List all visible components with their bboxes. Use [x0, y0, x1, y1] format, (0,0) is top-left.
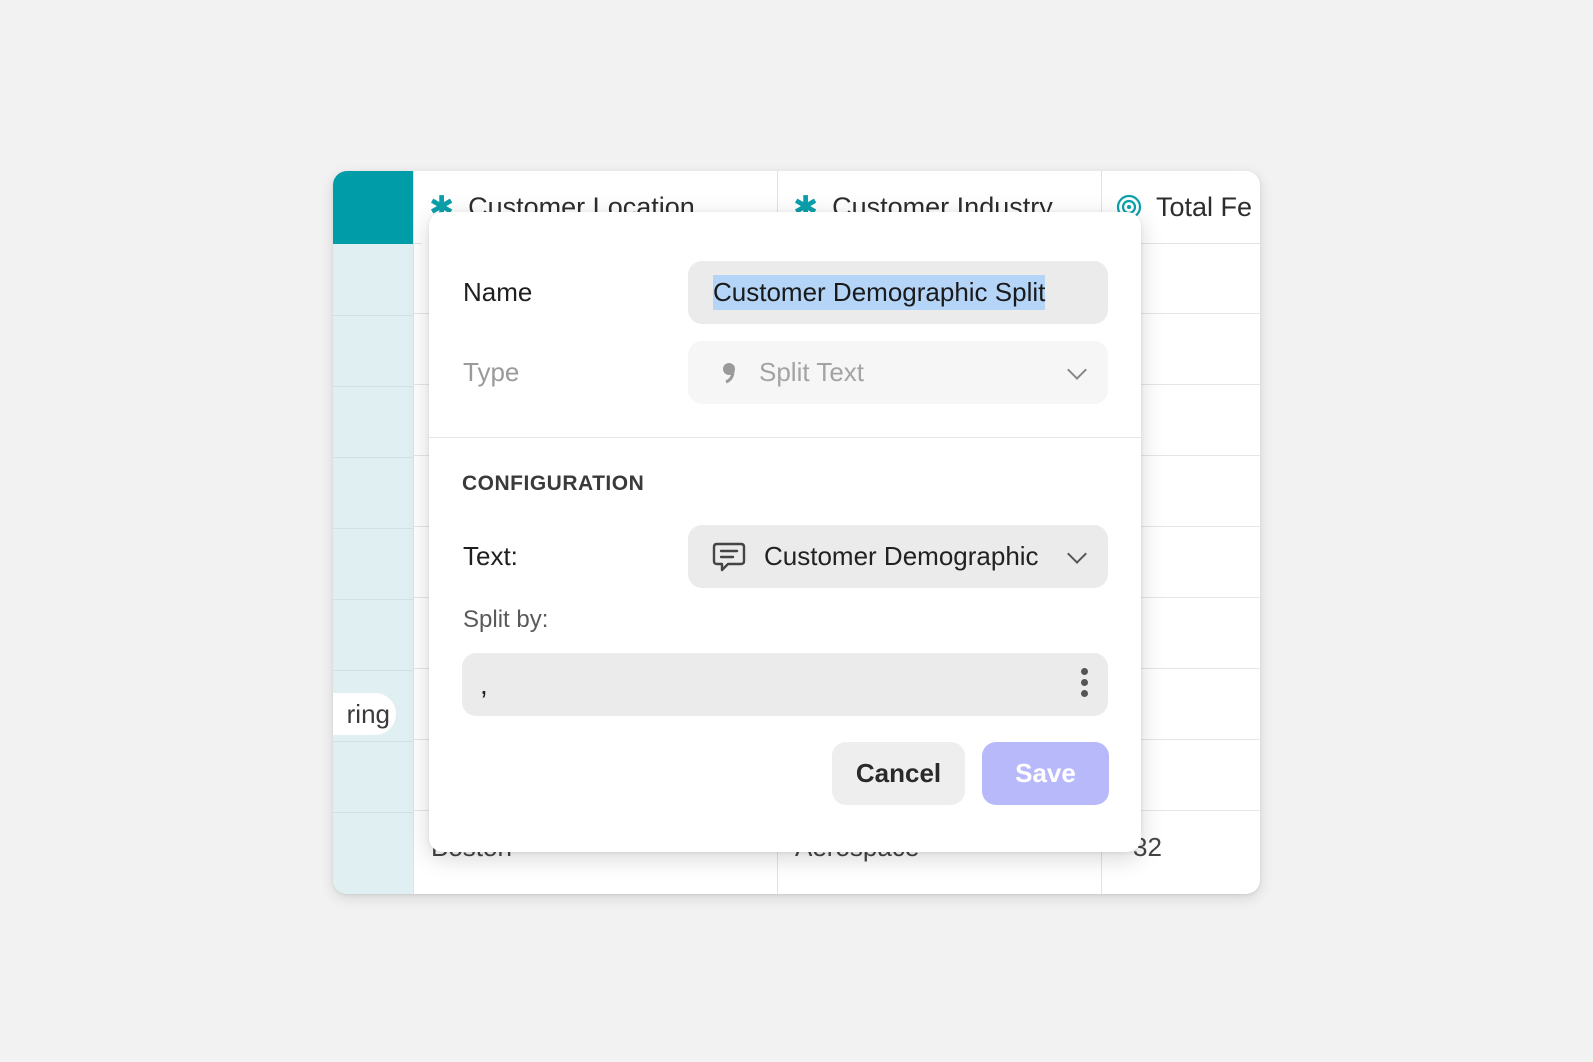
type-label: Type — [463, 357, 520, 387]
text-label: Text: — [463, 541, 518, 571]
text-source-value: Customer Demographic — [764, 541, 1039, 571]
message-icon — [712, 541, 746, 573]
name-input[interactable]: Customer Demographic Split — [688, 261, 1108, 324]
more-options-icon[interactable] — [1081, 668, 1088, 697]
text-source-select[interactable]: Customer Demographic — [688, 525, 1108, 588]
split-by-label: Split by: — [463, 606, 549, 633]
name-label: Name — [463, 277, 533, 307]
cell-tag-pill[interactable]: ring — [333, 693, 396, 735]
split-by-input[interactable]: , — [462, 653, 1108, 716]
section-title: CONFIGURATION — [462, 472, 645, 495]
divider — [429, 437, 1141, 438]
split-by-value: , — [480, 668, 488, 700]
selected-column — [333, 244, 413, 894]
type-select-value: Split Text — [759, 357, 865, 387]
chevron-down-icon — [1067, 359, 1087, 380]
type-select[interactable]: Split Text — [688, 341, 1108, 404]
name-input-value: Customer Demographic Split — [713, 275, 1046, 310]
selected-column-header[interactable] — [333, 171, 413, 244]
chevron-down-icon — [1067, 543, 1087, 564]
cancel-button[interactable]: Cancel — [832, 742, 965, 805]
quote-icon — [721, 361, 737, 385]
save-button[interactable]: Save — [982, 742, 1109, 805]
column-header-label: Total Fe — [1156, 191, 1253, 222]
